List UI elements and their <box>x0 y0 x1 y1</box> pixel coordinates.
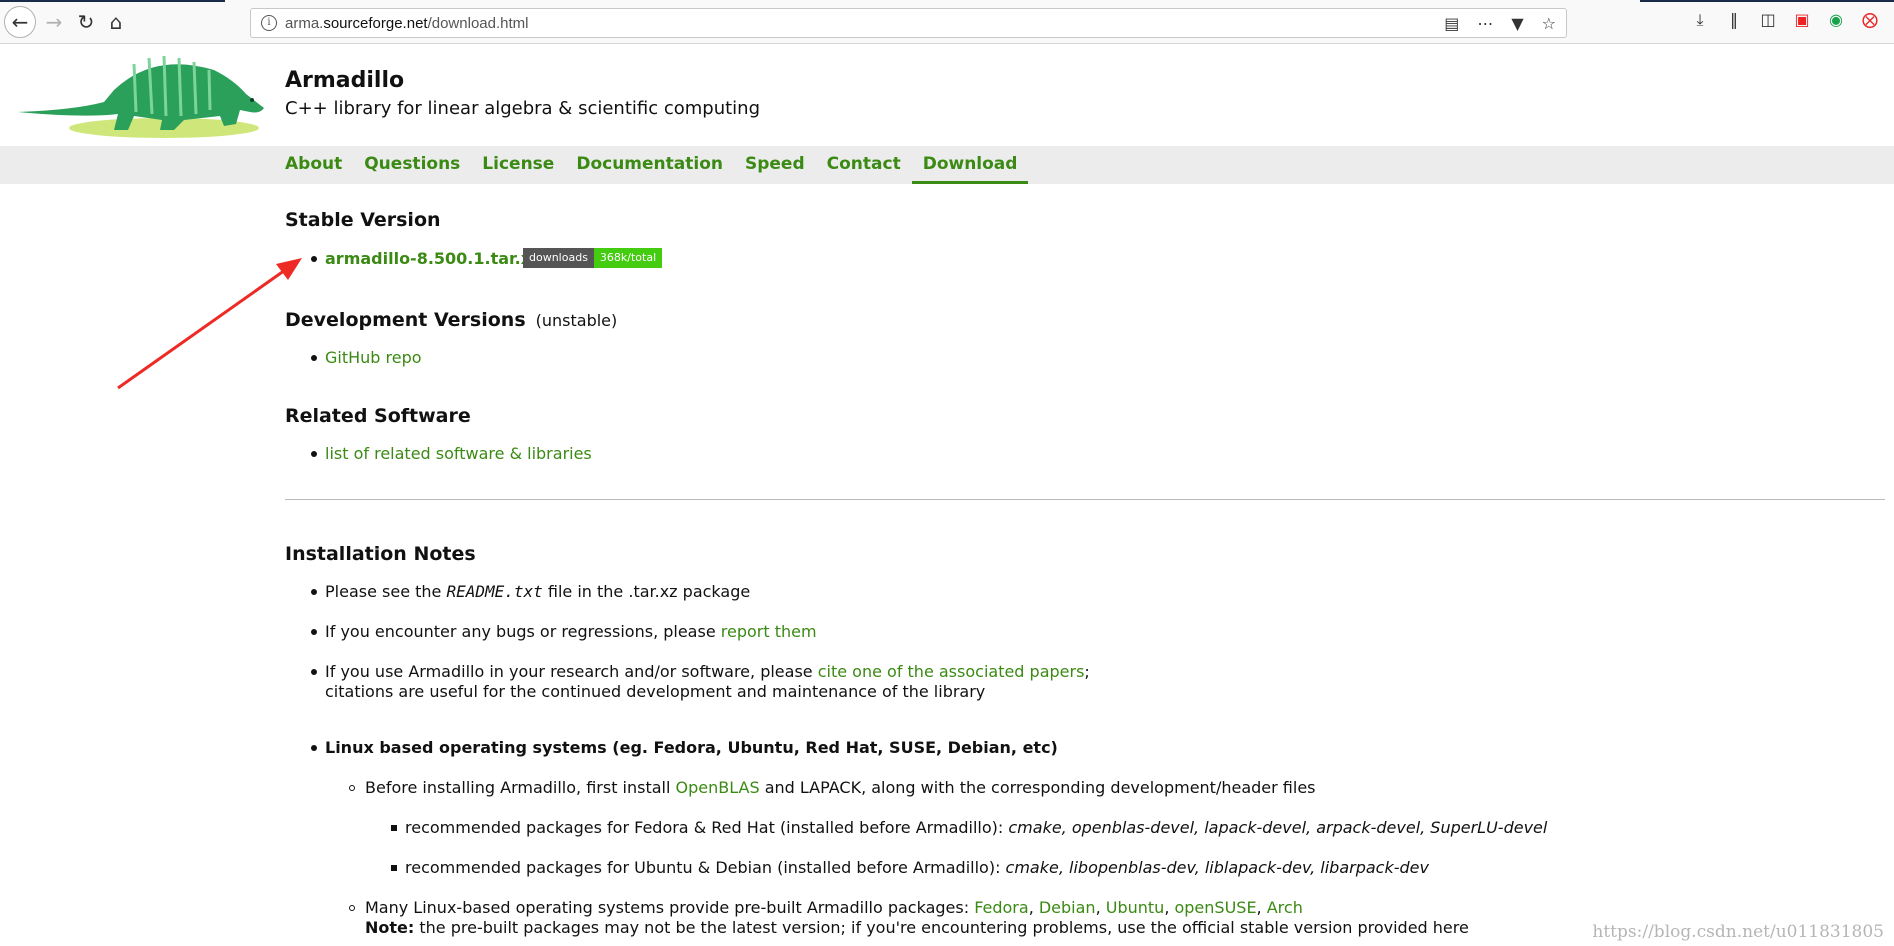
related-heading: Related Software <box>285 405 471 427</box>
bullet <box>311 451 317 457</box>
circle-bullet <box>349 905 355 911</box>
bullet <box>311 629 317 635</box>
ubuntu-packages-item: recommended packages for Ubuntu & Debian… <box>405 858 1429 877</box>
related-software-link[interactable]: list of related software & libraries <box>325 444 592 463</box>
fedora-packages-item: recommended packages for Fedora & Red Ha… <box>405 818 1548 837</box>
stable-heading: Stable Version <box>285 209 441 231</box>
site-info-icon[interactable]: i <box>261 15 277 31</box>
distro-ubuntu-link[interactable]: Ubuntu <box>1106 898 1165 917</box>
nav-download[interactable]: Download <box>911 146 1029 184</box>
section-divider <box>285 499 1885 500</box>
nav-about[interactable]: About <box>285 146 353 184</box>
badge-value: 368k/total <box>593 248 663 268</box>
report-bugs-link[interactable]: report them <box>721 622 817 641</box>
browser-toolbar: ← → ↻ ⌂ i arma.sourceforge.net/download.… <box>0 0 1894 44</box>
url-actions: ▤ ⋯ ▼ ☆ <box>1426 9 1556 37</box>
distro-arch-link[interactable]: Arch <box>1267 898 1303 917</box>
cite-papers-link[interactable]: cite one of the associated papers <box>818 662 1085 681</box>
distro-fedora-link[interactable]: Fedora <box>974 898 1029 917</box>
home-icon[interactable]: ⌂ <box>102 8 130 36</box>
ubuntu-packages: cmake, libopenblas-dev, liblapack-dev, l… <box>1005 858 1429 877</box>
bullet <box>311 256 317 262</box>
sidebar-icon[interactable]: ◫ <box>1758 10 1778 30</box>
bookmark-star-icon[interactable]: ☆ <box>1542 14 1556 33</box>
reader-view-icon[interactable]: ▤ <box>1444 14 1459 33</box>
download-icon[interactable]: ⤓ <box>1690 10 1710 30</box>
bullet <box>311 745 317 751</box>
circle-bullet <box>349 785 355 791</box>
forward-icon[interactable]: → <box>40 8 68 36</box>
nav-license[interactable]: License <box>471 146 565 184</box>
bullet <box>311 589 317 595</box>
back-icon[interactable]: ← <box>4 6 36 38</box>
tab-strip-indicator-right <box>1640 0 1894 2</box>
dev-unstable-note: (unstable) <box>535 311 618 330</box>
site-navbar: About Questions License Documentation Sp… <box>0 146 1894 184</box>
square-bullet <box>391 825 397 831</box>
square-bullet <box>391 865 397 871</box>
bullet <box>311 355 317 361</box>
pocket-icon[interactable]: ▼ <box>1511 14 1523 33</box>
distro-opensuse-link[interactable]: openSUSE <box>1174 898 1256 917</box>
fedora-packages: cmake, openblas-devel, lapack-devel, arp… <box>1008 818 1548 837</box>
site-title: Armadillo <box>285 68 405 93</box>
nav-documentation[interactable]: Documentation <box>565 146 734 184</box>
site-subtitle: C++ library for linear algebra & scienti… <box>285 98 761 119</box>
related-item: list of related software & libraries <box>325 444 592 463</box>
nav-contact[interactable]: Contact <box>816 146 912 184</box>
extension-close-icon[interactable]: ⨂ <box>1860 10 1880 30</box>
toolbar-icons: ⤓ ‖ ◫ ▣ ◉ ⨂ <box>1690 10 1880 30</box>
bugs-item: If you encounter any bugs or regressions… <box>325 622 817 641</box>
prebuilt-note: Note: the pre-built packages may not be … <box>365 918 1469 937</box>
downloads-badge[interactable]: downloads 368k/total <box>523 248 663 268</box>
bullet <box>311 669 317 675</box>
page-actions-icon[interactable]: ⋯ <box>1477 14 1493 33</box>
extension-lock-icon[interactable]: ▣ <box>1792 10 1812 30</box>
library-icon[interactable]: ‖ <box>1724 10 1744 30</box>
tab-strip-indicator <box>0 0 225 2</box>
cite-item: If you use Armadillo in your research an… <box>325 662 1090 681</box>
linux-heading: Linux based operating systems (eg. Fedor… <box>325 738 1058 757</box>
armadillo-logo <box>18 55 264 138</box>
distro-debian-link[interactable]: Debian <box>1039 898 1096 917</box>
nav-questions[interactable]: Questions <box>353 146 471 184</box>
reload-icon[interactable]: ↻ <box>72 8 100 36</box>
before-install-item: Before installing Armadillo, first insta… <box>365 778 1316 797</box>
stable-download-link[interactable]: armadillo-8.500.1.tar.xz <box>325 249 540 268</box>
watermark: https://blog.csdn.net/u011831805 <box>1592 922 1884 942</box>
url-bar[interactable]: i arma.sourceforge.net/download.html ▤ ⋯… <box>250 8 1567 38</box>
badge-label: downloads <box>523 248 594 268</box>
openblas-link[interactable]: OpenBLAS <box>676 778 760 797</box>
dev-item: GitHub repo <box>325 348 422 367</box>
annotation-arrow <box>117 258 302 390</box>
nav-speed[interactable]: Speed <box>734 146 816 184</box>
prebuilt-item: Many Linux-based operating systems provi… <box>365 898 1303 917</box>
cite-item-line2: citations are useful for the continued d… <box>325 682 986 701</box>
stable-item: armadillo-8.500.1.tar.xz <box>325 249 540 268</box>
github-repo-link[interactable]: GitHub repo <box>325 348 422 367</box>
install-heading: Installation Notes <box>285 543 476 565</box>
dev-heading: Development Versions (unstable) <box>285 309 618 331</box>
readme-item: Please see the README.txt file in the .t… <box>325 582 751 601</box>
url-text[interactable]: arma.sourceforge.net/download.html <box>285 15 528 32</box>
extension-green-icon[interactable]: ◉ <box>1826 10 1846 30</box>
readme-filename: README.txt <box>446 582 543 601</box>
